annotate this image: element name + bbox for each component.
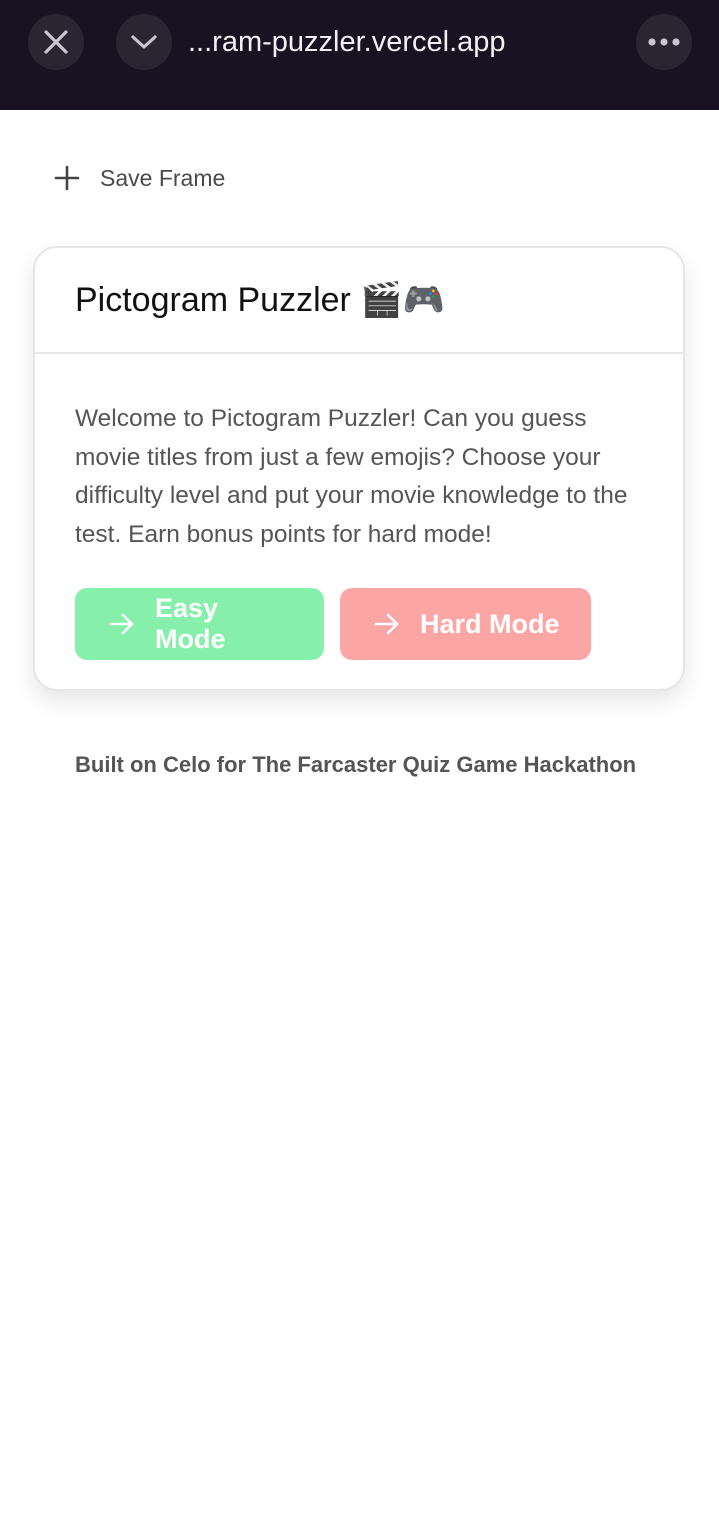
hard-mode-button[interactable]: Hard Mode: [340, 588, 591, 660]
more-options-button[interactable]: [636, 14, 692, 70]
card-header: Pictogram Puzzler 🎬🎮: [35, 248, 683, 354]
footer-text: Built on Celo for The Farcaster Quiz Gam…: [75, 752, 637, 777]
save-frame-label: Save Frame: [100, 164, 226, 191]
close-icon: [44, 30, 68, 54]
card-body: Welcome to Pictogram Puzzler! Can you gu…: [35, 354, 683, 660]
chevron-down-icon: [131, 35, 157, 49]
arrow-right-icon: [109, 611, 135, 637]
plus-icon: [52, 163, 82, 193]
browser-toolbar: ...ram-puzzler.vercel.app: [0, 0, 719, 110]
arrow-right-icon: [374, 611, 400, 637]
mode-buttons: Easy Mode Hard Mode: [75, 588, 643, 660]
save-frame-button[interactable]: Save Frame: [52, 158, 225, 198]
card-description: Welcome to Pictogram Puzzler! Can you gu…: [75, 405, 628, 548]
frame-card: Pictogram Puzzler 🎬🎮 Welcome to Pictogra…: [33, 246, 685, 691]
easy-mode-label: Easy Mode: [155, 593, 226, 654]
more-horizontal-icon: [648, 38, 680, 46]
hard-mode-label: Hard Mode: [420, 608, 560, 639]
close-button[interactable]: [28, 14, 84, 70]
easy-mode-button[interactable]: Easy Mode: [75, 588, 324, 660]
card-title: Pictogram Puzzler 🎬🎮: [75, 281, 445, 319]
collapse-button[interactable]: [116, 14, 172, 70]
url-text[interactable]: ...ram-puzzler.vercel.app: [188, 20, 506, 64]
